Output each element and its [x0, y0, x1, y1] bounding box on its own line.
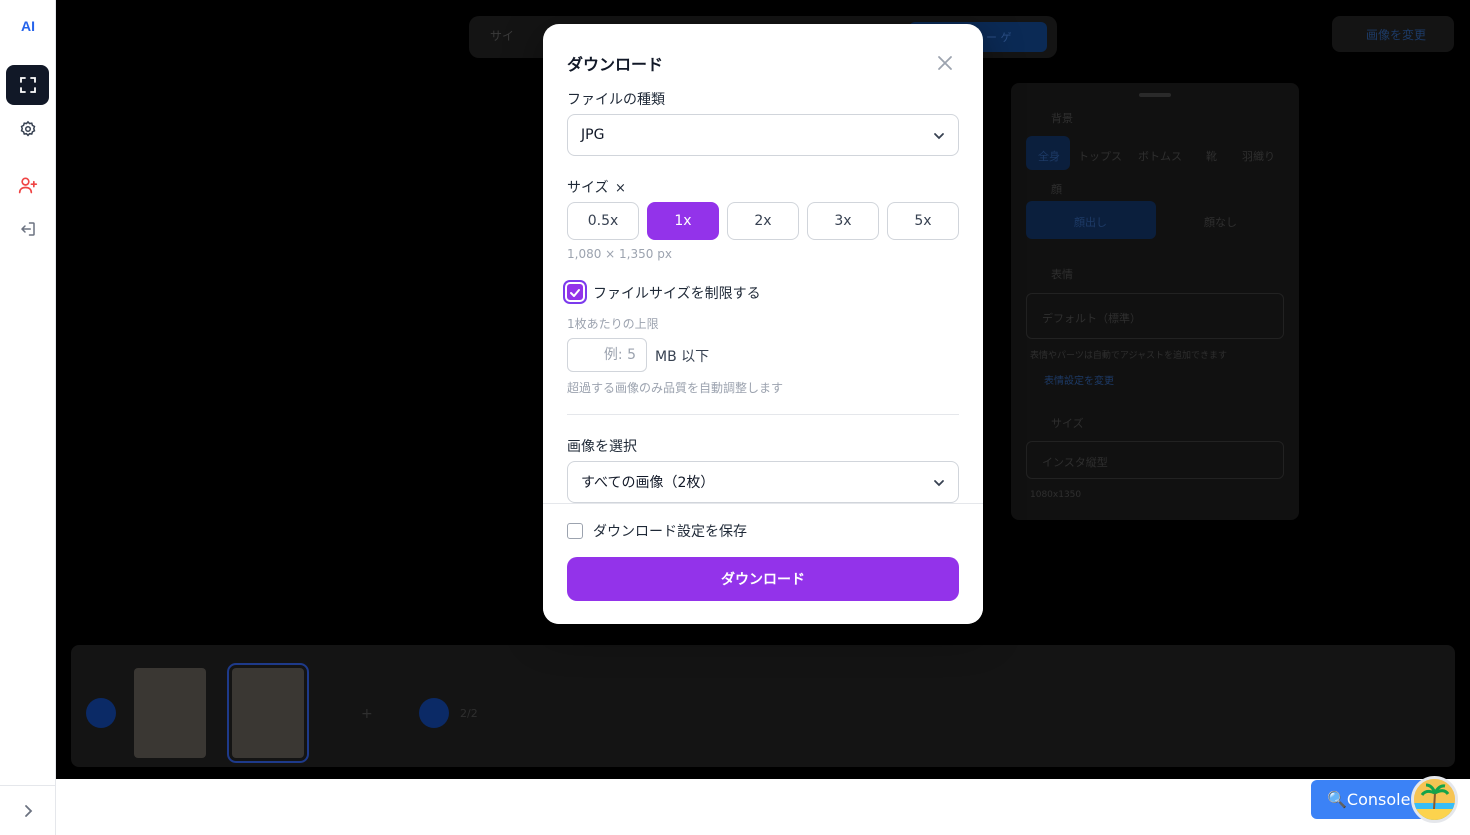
limit-size-checkbox[interactable]	[567, 284, 583, 300]
download-dialog: ダウンロード ファイルの種類 JPG サイズ × 0.5x 1x 2x 3x 5…	[543, 24, 983, 624]
panel-expression-note: 表情やパーツは自動でアジャストを追加できます	[1030, 351, 1228, 361]
app-logo: AI	[21, 18, 35, 34]
dialog-title: ダウンロード	[567, 55, 664, 74]
panel-tab-2[interactable]: ボトムス	[1138, 148, 1182, 164]
check-icon	[570, 289, 580, 297]
sidebar: AI	[0, 0, 56, 835]
add-image-icon[interactable]: +	[361, 706, 373, 722]
dimensions-text: 1,080 × 1,350 px	[567, 247, 672, 261]
top-toolbar-label: サイ	[490, 29, 515, 43]
chevron-right-icon	[25, 804, 33, 817]
panel-face-on-label: 顔出し	[1074, 216, 1107, 229]
change-image-label: 画像を変更	[1366, 28, 1427, 42]
size-label: サイズ ×	[567, 180, 626, 196]
panel-grab-handle	[1139, 93, 1171, 97]
strip-counter: 2/2	[460, 707, 478, 720]
panel-tab-1[interactable]: トップス	[1078, 148, 1122, 164]
size-option-0-5x[interactable]: 0.5x	[567, 202, 639, 240]
panel-section-size: サイズ	[1051, 417, 1084, 430]
gear-icon	[20, 120, 35, 137]
size-option-3x[interactable]: 3x	[807, 202, 879, 240]
avatar[interactable]	[1411, 776, 1458, 823]
image-thumbnail[interactable]	[134, 668, 206, 758]
panel-expression-link[interactable]: 表情設定を変更	[1044, 372, 1114, 387]
close-button[interactable]	[935, 53, 955, 73]
panel-section-expression: 表情	[1051, 268, 1073, 281]
size-option-1x[interactable]: 1x	[647, 202, 719, 240]
limit-size-label[interactable]: ファイルサイズを制限する	[593, 283, 761, 303]
sidebar-expand-button[interactable]	[0, 785, 56, 835]
close-icon	[938, 56, 952, 70]
mb-limit-input[interactable]	[567, 338, 647, 372]
save-settings-label[interactable]: ダウンロード設定を保存	[593, 521, 747, 541]
logout-icon	[20, 222, 35, 236]
download-button[interactable]: ダウンロード	[567, 557, 959, 601]
panel-section-background: 背景	[1051, 112, 1073, 125]
dialog-footer: ダウンロード設定を保存 ダウンロード	[543, 503, 983, 624]
file-type-label: ファイルの種類	[567, 92, 665, 108]
strip-next-button[interactable]	[419, 698, 449, 728]
panel-face-label: 顔	[1051, 183, 1062, 196]
beach-avatar-icon	[1414, 779, 1455, 820]
panel-size-note: 1080x1350	[1030, 490, 1082, 500]
size-option-2x[interactable]: 2x	[727, 202, 799, 240]
file-type-select[interactable]: JPG	[567, 114, 959, 156]
fullscreen-icon	[19, 77, 36, 93]
divider	[567, 414, 959, 415]
logout-button[interactable]	[6, 209, 49, 249]
panel-face-off-label[interactable]: 顔なし	[1204, 214, 1237, 230]
fullscreen-button[interactable]	[6, 65, 49, 105]
add-user-icon	[18, 177, 37, 194]
size-options: 0.5x 1x 2x 3x 5x	[567, 202, 959, 240]
auto-adjust-note: 超過する画像のみ品質を自動調整します	[567, 381, 784, 395]
top-toolbar-active-label: ー ゲ	[986, 31, 1012, 44]
save-settings-checkbox[interactable]	[567, 523, 583, 539]
settings-button[interactable]	[6, 109, 49, 149]
select-image-select[interactable]: すべての画像（2枚）	[567, 461, 959, 503]
add-user-button[interactable]	[6, 165, 49, 205]
chevron-down-icon	[934, 133, 944, 140]
mb-unit-label: MB 以下	[655, 349, 710, 365]
select-image-label: 画像を選択	[567, 439, 637, 455]
panel-tab-4[interactable]: 羽織り	[1242, 148, 1275, 164]
select-image-value: すべての画像（2枚）	[581, 475, 715, 491]
panel-size-value: インスタ縦型	[1042, 456, 1108, 469]
panel-tab-3[interactable]: 靴	[1206, 148, 1217, 164]
image-thumbnail-selected[interactable]	[227, 663, 309, 763]
per-image-label: 1枚あたりの上限	[567, 317, 659, 331]
size-option-5x[interactable]: 5x	[887, 202, 959, 240]
strip-prev-button[interactable]	[86, 698, 116, 728]
panel-tab-0[interactable]: 全身	[1038, 148, 1060, 164]
size-close-icon: ×	[615, 181, 626, 196]
file-type-value: JPG	[581, 127, 605, 143]
panel-expression-value: デフォルト（標準）	[1042, 312, 1141, 325]
chevron-down-icon	[934, 480, 944, 487]
